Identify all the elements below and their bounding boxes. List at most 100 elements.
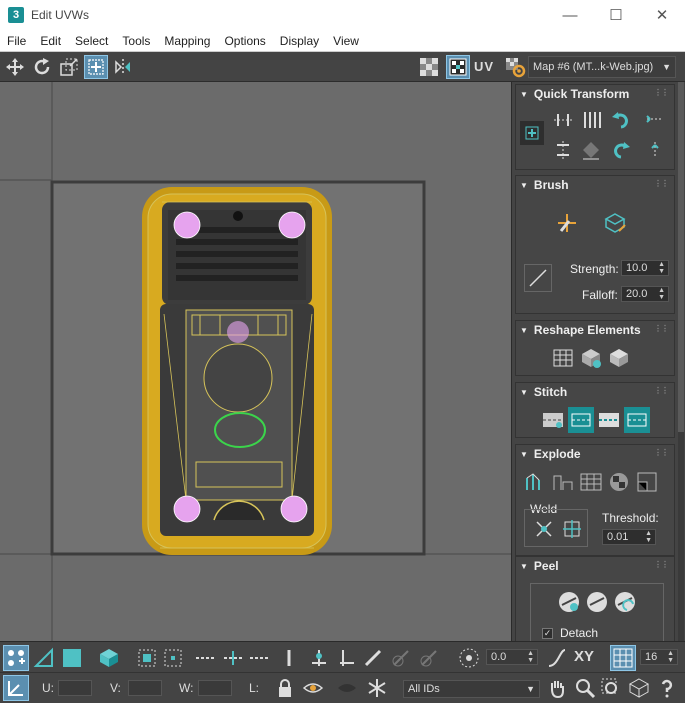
soft-selection-button[interactable]	[456, 645, 482, 671]
texture-view-button[interactable]	[446, 54, 470, 79]
zoom-extents-button[interactable]	[626, 675, 652, 701]
map-dropdown[interactable]: Map #6 (MT...k-Web.jpg) ▼	[528, 56, 676, 78]
mirror-tool-button[interactable]	[111, 55, 135, 79]
rotate-cw-button[interactable]	[608, 137, 634, 163]
menu-select[interactable]: Select	[68, 34, 115, 48]
side-panel-scrollbar[interactable]	[678, 82, 684, 641]
freeform-tool-button[interactable]	[84, 54, 108, 79]
menu-edit[interactable]: Edit	[33, 34, 68, 48]
ids-dropdown[interactable]: All IDs ▼	[403, 680, 540, 698]
threshold-spinner[interactable]: 0.01 ▲ ▼	[602, 529, 656, 545]
help-button[interactable]	[654, 675, 680, 701]
uv-canvas[interactable]	[0, 82, 511, 641]
align-vertex-button[interactable]	[306, 645, 332, 671]
quick-transform-header[interactable]: ▼ Quick Transform ⋮⋮	[516, 85, 674, 103]
v-field[interactable]	[128, 680, 162, 696]
align-to-edge-button[interactable]	[642, 107, 668, 133]
peel-mode-button[interactable]	[584, 589, 610, 615]
menu-view[interactable]: View	[326, 34, 366, 48]
zoom-button[interactable]	[572, 675, 598, 701]
flatten-by-smoothing-groups-button[interactable]	[606, 469, 632, 495]
uv-vertex[interactable]	[173, 211, 201, 239]
scale-tool-button[interactable]	[57, 55, 81, 79]
menu-display[interactable]: Display	[273, 34, 326, 48]
close-button[interactable]: ✕	[639, 0, 685, 30]
zoom-region-button[interactable]	[598, 675, 624, 701]
align-to-edge-vertical-button[interactable]	[642, 137, 668, 163]
uv-vertex-cluster[interactable]	[227, 321, 249, 343]
align-vertical-button[interactable]	[550, 137, 576, 163]
snap-grid-button[interactable]	[610, 645, 636, 671]
uv-vertex[interactable]	[173, 495, 201, 523]
divider-button[interactable]	[276, 645, 302, 671]
hide-button[interactable]	[334, 675, 360, 701]
flatten-by-material-button[interactable]	[550, 469, 576, 495]
explode-header[interactable]: ▼ Explode ⋮⋮	[516, 445, 674, 463]
grid-size-spinner[interactable]: 16 ▲ ▼	[640, 649, 678, 665]
grow-selection-button[interactable]	[134, 645, 160, 671]
menu-file[interactable]: File	[0, 34, 33, 48]
absolute-offset-button[interactable]	[3, 675, 29, 701]
falloff-spinner[interactable]: 20.0 ▲ ▼	[621, 286, 669, 302]
strength-spinner[interactable]: 10.0 ▲ ▼	[621, 260, 669, 276]
stitch-custom-button[interactable]	[540, 407, 566, 433]
falloff-type-button[interactable]	[544, 645, 570, 671]
uv-vertex[interactable]	[278, 211, 306, 239]
relax-until-flat-button[interactable]	[578, 345, 604, 371]
align-horizontal-button[interactable]	[550, 107, 576, 133]
checker-toggle-button[interactable]	[417, 55, 441, 79]
scrollbar-thumb[interactable]	[678, 82, 684, 432]
uv-viewport[interactable]	[0, 82, 511, 641]
loop-select-button[interactable]	[192, 645, 218, 671]
space-vertical-button[interactable]	[578, 137, 604, 163]
lock-selection-button[interactable]	[272, 675, 298, 701]
minimize-button[interactable]: —	[547, 0, 593, 30]
vertex-select-button[interactable]	[3, 645, 29, 671]
straighten-button[interactable]	[550, 345, 576, 371]
menu-tools[interactable]: Tools	[115, 34, 157, 48]
uv-vertex[interactable]	[280, 495, 308, 523]
pan-button[interactable]	[544, 675, 570, 701]
texture-settings-button[interactable]	[503, 55, 527, 79]
edge-loop-button[interactable]	[246, 645, 272, 671]
ring-select-button[interactable]	[220, 645, 246, 671]
menu-mapping[interactable]: Mapping	[157, 34, 217, 48]
u-field[interactable]	[58, 680, 92, 696]
relax-button[interactable]	[606, 345, 632, 371]
align-vertex-2-button[interactable]	[334, 645, 360, 671]
face-select-button[interactable]	[59, 645, 85, 671]
falloff-distance-spinner[interactable]: 0.0 ▲ ▼	[486, 649, 538, 665]
paint-select-shrink-button[interactable]	[416, 645, 442, 671]
reshape-elements-header[interactable]: ▼ Reshape Elements ⋮⋮	[516, 321, 674, 339]
maximize-button[interactable]: ☐	[593, 0, 639, 30]
edge-select-button[interactable]	[31, 645, 57, 671]
xy-label[interactable]: XY	[574, 648, 594, 665]
w-field[interactable]	[198, 680, 232, 696]
weld-selected-button[interactable]	[532, 517, 556, 541]
quick-peel-button[interactable]	[556, 589, 582, 615]
paint-select-button[interactable]	[360, 645, 386, 671]
brush-header[interactable]: ▼ Brush ⋮⋮	[516, 176, 674, 194]
reset-peel-button[interactable]	[612, 589, 638, 615]
relax-brush-button[interactable]	[602, 210, 628, 236]
move-tool-button[interactable]	[3, 55, 27, 79]
space-horizontal-button[interactable]	[578, 107, 604, 133]
weld-target-button[interactable]	[560, 517, 584, 541]
menu-options[interactable]: Options	[217, 34, 272, 48]
paint-select-grow-button[interactable]	[388, 645, 414, 671]
flatten-by-smoothing-button[interactable]	[522, 469, 548, 495]
rotate-ccw-button[interactable]	[608, 107, 634, 133]
rotate-tool-button[interactable]	[30, 55, 54, 79]
freeform-mode-button[interactable]	[520, 121, 544, 145]
stitch-to-source-button[interactable]	[568, 407, 594, 433]
shrink-selection-button[interactable]	[160, 645, 186, 671]
flatten-by-polygon-angle-button[interactable]	[578, 469, 604, 495]
paint-move-button[interactable]	[554, 210, 580, 236]
peel-header[interactable]: ▼ Peel ⋮⋮	[516, 557, 674, 575]
freeze-button[interactable]	[364, 675, 390, 701]
show-hide-button[interactable]	[300, 675, 326, 701]
brush-falloff-curve-button[interactable]	[524, 264, 552, 292]
break-button[interactable]	[634, 469, 660, 495]
stitch-to-target-button[interactable]	[624, 407, 650, 433]
detach-checkbox[interactable]: ✓	[542, 628, 553, 639]
